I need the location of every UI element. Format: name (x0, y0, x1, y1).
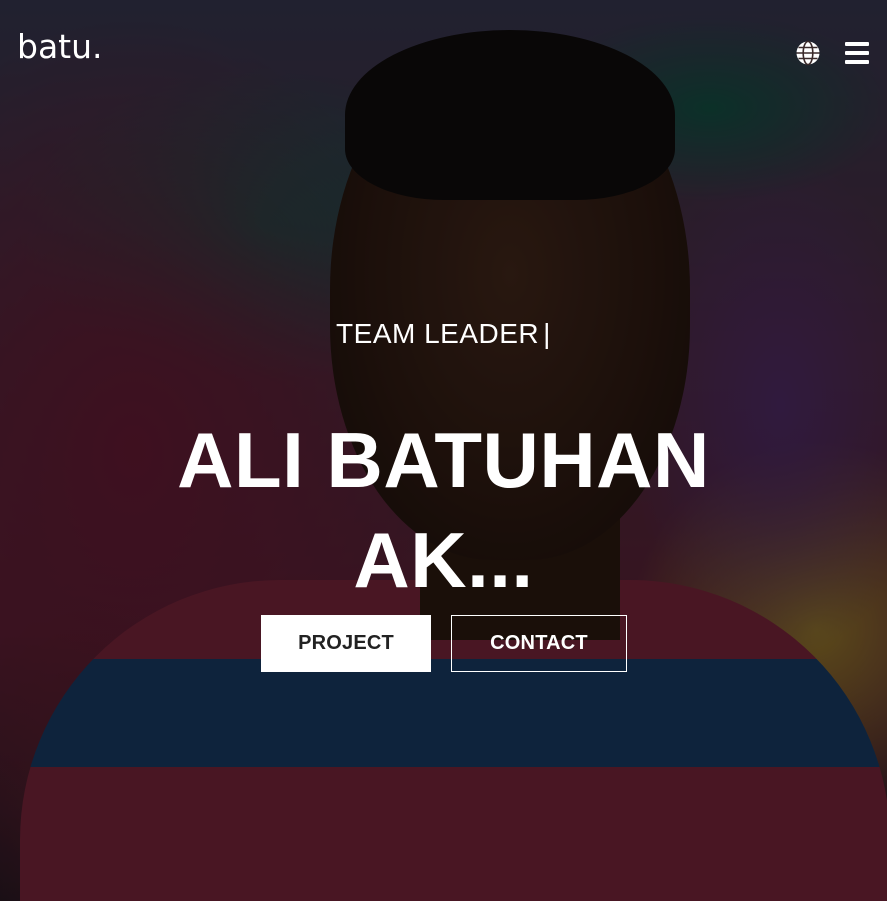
hamburger-menu-icon (845, 42, 869, 46)
hero-name-line-2: AK... (353, 516, 534, 604)
menu-button[interactable] (845, 42, 869, 64)
hero-name-heading: ALI BATUHAN AK... (100, 410, 787, 610)
hamburger-menu-icon-bar (845, 51, 869, 55)
typing-cursor: | (543, 318, 551, 349)
site-logo[interactable]: batu. (17, 30, 103, 63)
hero-subtitle: TEAM LEADER | (0, 318, 887, 350)
hamburger-menu-icon-bar (845, 60, 869, 64)
hero-section: batu. TEAM LEADER | ALI BATUHAN AK... PRO… (0, 0, 887, 901)
typed-role-text: TEAM LEADER (336, 318, 540, 349)
language-button[interactable] (795, 40, 821, 66)
globe-icon (796, 40, 820, 66)
hero-name-line-1: ALI BATUHAN (177, 416, 710, 504)
project-button[interactable]: PROJECT (261, 615, 431, 672)
contact-button[interactable]: CONTACT (451, 615, 627, 672)
